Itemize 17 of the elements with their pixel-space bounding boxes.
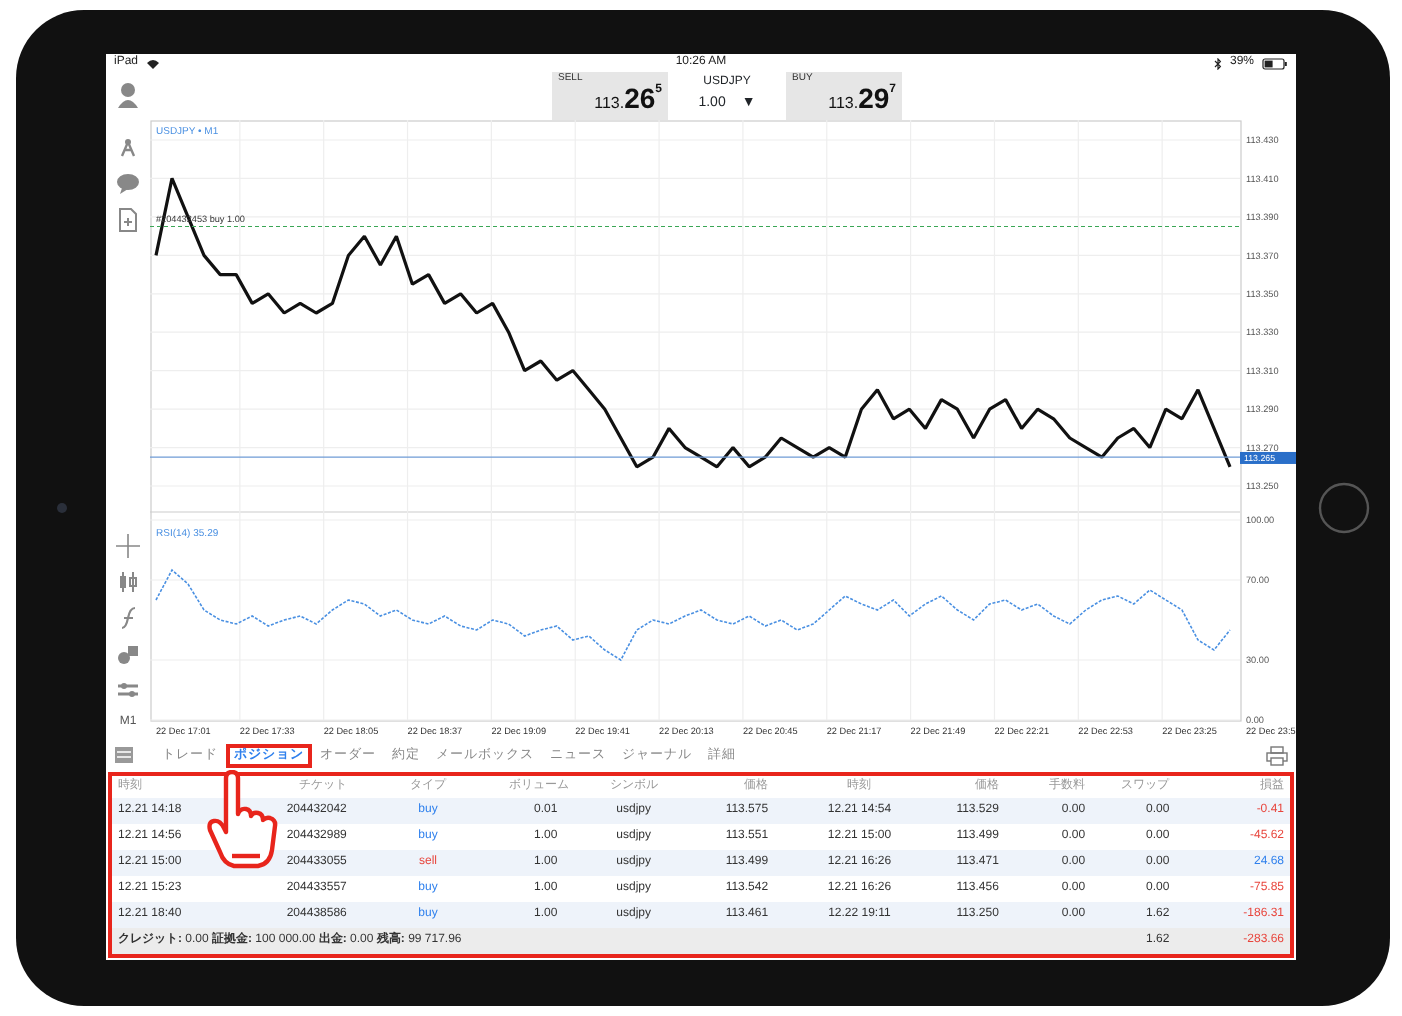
signal-tower-icon[interactable]	[116, 135, 140, 160]
wifi-icon	[146, 57, 161, 70]
current-price-marker	[1240, 451, 1296, 464]
home-button[interactable]	[1317, 482, 1369, 534]
list-icon[interactable]	[114, 746, 134, 765]
battery-icon	[1262, 57, 1288, 70]
chat-bubble-icon[interactable]	[116, 171, 140, 196]
camera-icon	[55, 502, 67, 514]
timeframe-icon[interactable]	[116, 677, 140, 702]
shapes-icon[interactable]	[116, 641, 140, 666]
candlestick-icon[interactable]	[116, 569, 140, 594]
indicator-icon[interactable]	[116, 605, 140, 630]
bluetooth-icon	[1213, 57, 1222, 70]
document-icon[interactable]	[116, 207, 140, 232]
printer-icon[interactable]	[1266, 745, 1288, 766]
account-icon[interactable]	[116, 80, 140, 113]
crosshair-icon[interactable]	[116, 533, 140, 558]
